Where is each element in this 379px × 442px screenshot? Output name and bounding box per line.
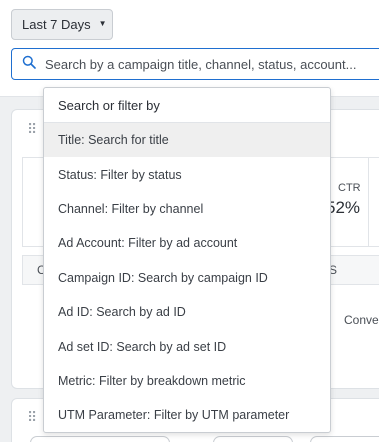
filter-option-title[interactable]: Title: Search for title — [44, 123, 330, 158]
metric-divider — [368, 157, 369, 247]
filter-option-channel[interactable]: Channel: Filter by channel — [44, 192, 330, 226]
date-range-label: Last 7 Days — [22, 17, 91, 32]
filter-option-metric[interactable]: Metric: Filter by breakdown metric — [44, 364, 330, 398]
filter-option-utm-parameter[interactable]: UTM Parameter: Filter by UTM parameter — [44, 398, 330, 432]
drag-handle-icon[interactable]: ⠿ — [27, 122, 37, 136]
ctr-value: 52% — [326, 198, 361, 217]
filter-dropdown: Search or filter by Title: Search for ti… — [43, 87, 331, 433]
search-input[interactable] — [45, 52, 375, 76]
filter-option-campaign-id[interactable]: Campaign ID: Search by campaign ID — [44, 261, 330, 295]
caret-down-icon: ▼ — [98, 19, 107, 28]
filter-option-ad-id[interactable]: Ad ID: Search by ad ID — [44, 295, 330, 329]
drag-handle-icon[interactable]: ⠿ — [27, 410, 37, 424]
filter-option-status[interactable]: Status: Filter by status — [44, 157, 330, 191]
ctr-label: CTR — [338, 182, 361, 194]
dropdown-header: Search or filter by — [44, 88, 330, 123]
filter-option-ad-set-id[interactable]: Ad set ID: Search by ad set ID — [44, 329, 330, 363]
filter-pill[interactable] — [30, 436, 170, 442]
date-range-button[interactable]: Last 7 Days ▼ — [11, 9, 113, 40]
filter-pill[interactable] — [213, 436, 293, 442]
search-box[interactable] — [11, 48, 379, 80]
table-cell: Conve — [344, 313, 379, 327]
search-icon — [22, 55, 36, 74]
filter-option-ad-account[interactable]: Ad Account: Filter by ad account — [44, 226, 330, 260]
filter-pill[interactable] — [310, 436, 379, 442]
